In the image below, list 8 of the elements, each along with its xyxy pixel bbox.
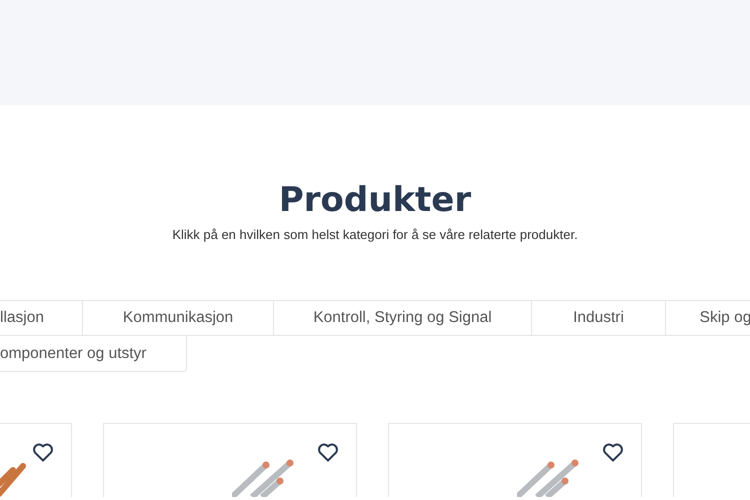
category-tab[interactable]: Industri — [532, 300, 666, 336]
category-tab[interactable]: omponenter og utstyr — [0, 336, 187, 372]
category-tab[interactable]: llasjon — [0, 300, 83, 336]
category-tab[interactable]: Skip og — [666, 300, 750, 336]
page-title: Produkter — [278, 179, 472, 221]
category-tab[interactable]: Kontroll, Styring og Signal — [274, 300, 532, 336]
category-tab[interactable]: Kommunikasjon — [83, 300, 274, 336]
page-subtitle: Klikk på en hvilken som helst kategori for å se våre relaterte produkter. — [171, 227, 579, 242]
